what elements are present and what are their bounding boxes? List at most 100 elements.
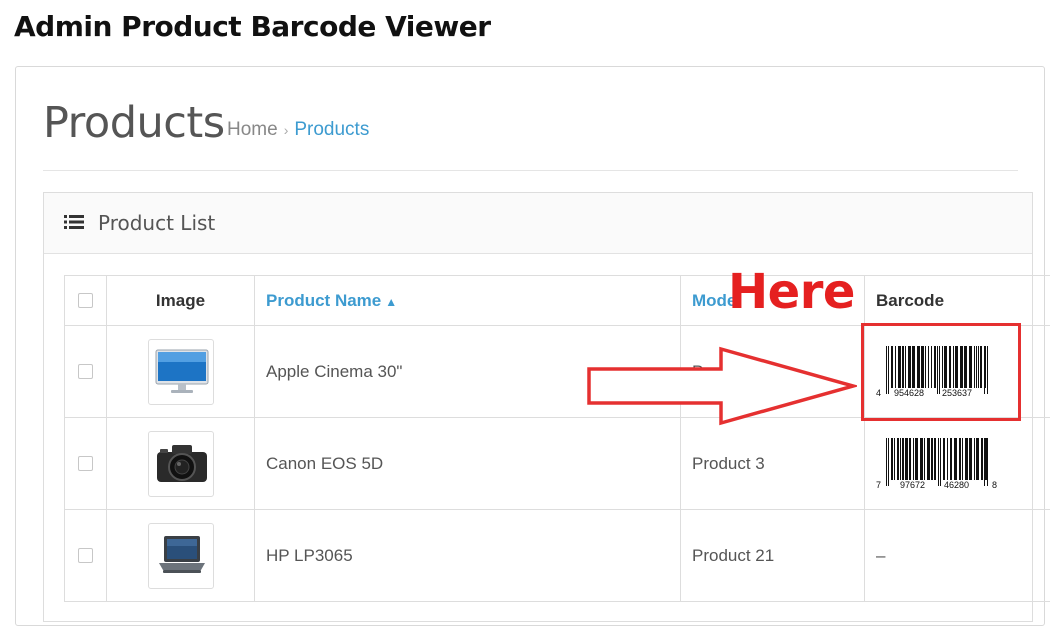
row-checkbox[interactable] xyxy=(78,364,93,379)
select-all-checkbox[interactable] xyxy=(78,293,93,308)
app-title: Admin Product Barcode Viewer xyxy=(14,10,491,43)
barcode-bar xyxy=(934,346,936,388)
barcode-bar xyxy=(987,438,988,486)
col-image: Image xyxy=(107,276,255,326)
barcode-bar xyxy=(974,346,975,388)
barcode-bar xyxy=(891,438,893,480)
barcode-image: 7 97672 46280 8 xyxy=(876,434,996,494)
barcode-bar xyxy=(944,346,947,388)
row-image-cell xyxy=(107,510,255,602)
page-title: Products xyxy=(43,98,225,148)
barcode-bar xyxy=(886,346,887,394)
barcode-bar xyxy=(925,346,926,388)
barcode-lead-digit: 4 xyxy=(876,388,881,398)
product-barcode-cell: 7 97672 46280 8 xyxy=(865,418,1050,510)
row-checkbox[interactable] xyxy=(78,456,93,471)
product-list-heading: Product List xyxy=(44,193,1032,254)
barcode-bar xyxy=(960,346,963,388)
product-barcode-empty: – xyxy=(865,510,1050,602)
barcode-bar xyxy=(976,346,977,388)
barcode-bar xyxy=(943,438,945,480)
barcode-bar xyxy=(949,346,951,388)
product-list-title: Product List xyxy=(98,211,215,235)
barcode-bar xyxy=(953,346,954,388)
barcode-bar xyxy=(888,346,889,394)
table-header-row: Image Product Name▲ Model Barcode xyxy=(65,276,1050,326)
barcode-bar xyxy=(964,346,967,388)
barcode-bar xyxy=(891,346,893,388)
barcode-bars xyxy=(886,438,990,480)
product-table: Image Product Name▲ Model Barcode xyxy=(64,275,1050,602)
barcode-bar xyxy=(888,438,889,486)
barcode-bar xyxy=(955,346,958,388)
product-thumbnail[interactable] xyxy=(148,431,214,497)
row-image-cell xyxy=(107,326,255,418)
row-select-cell xyxy=(65,326,107,418)
barcode-bar xyxy=(913,438,914,480)
barcode-bar xyxy=(954,438,957,480)
barcode-bar xyxy=(950,438,952,480)
page-header: Products Home › Products xyxy=(43,98,1018,171)
barcode-bar xyxy=(905,438,908,480)
barcode-bar xyxy=(974,438,975,480)
row-select-cell xyxy=(65,418,107,510)
barcode-bar xyxy=(894,438,895,480)
barcode-bar xyxy=(980,346,982,388)
barcode-bar xyxy=(965,438,968,480)
barcode-bar xyxy=(900,438,901,480)
barcode-right-digits: 253637 xyxy=(942,388,972,398)
col-barcode: Barcode xyxy=(865,276,1050,326)
barcode-bar xyxy=(921,346,924,388)
barcode-bar xyxy=(939,346,940,394)
product-thumbnail[interactable] xyxy=(148,523,214,589)
col-product-name[interactable]: Product Name▲ xyxy=(255,276,681,326)
barcode-bar xyxy=(940,438,941,486)
barcode-bar xyxy=(938,438,939,486)
breadcrumb: Home › Products xyxy=(227,119,369,141)
barcode-bar xyxy=(924,438,925,480)
sort-product-name-link[interactable]: Product Name xyxy=(266,291,381,310)
product-name: Canon EOS 5D xyxy=(255,418,681,510)
barcode-right-digits: 46280 xyxy=(944,480,969,490)
breadcrumb-products[interactable]: Products xyxy=(294,119,369,140)
barcode-bar xyxy=(976,438,979,480)
product-model: Product 15 xyxy=(681,326,865,418)
barcode-bar xyxy=(959,438,961,480)
barcode-bar xyxy=(931,438,933,480)
barcode-bar xyxy=(908,346,911,388)
barcode-bar xyxy=(886,438,887,486)
barcode-bar xyxy=(902,346,904,388)
barcode-left-digits: 954628 xyxy=(894,388,924,398)
list-icon xyxy=(64,214,84,230)
barcode-bar xyxy=(937,346,938,394)
barcode-bar xyxy=(969,438,972,480)
table-row: Apple Cinema 30" Product 15 4 954628 253… xyxy=(65,326,1050,418)
barcode-bar xyxy=(897,438,899,480)
product-thumbnail[interactable] xyxy=(148,339,214,405)
barcode-bar xyxy=(898,346,901,388)
barcode-bar xyxy=(984,346,985,394)
row-checkbox[interactable] xyxy=(78,548,93,563)
laptop-icon xyxy=(155,532,209,580)
camera-icon xyxy=(155,440,209,488)
breadcrumb-separator: › xyxy=(284,122,289,138)
barcode-lead-digit: 7 xyxy=(876,480,881,490)
barcode-bar xyxy=(917,346,920,388)
annotation-label: Here xyxy=(728,262,855,322)
barcode-bar xyxy=(947,438,948,480)
barcode-trail-digit: 8 xyxy=(992,480,997,490)
barcode-bar xyxy=(969,346,972,388)
barcode-left-digits: 97672 xyxy=(900,480,925,490)
breadcrumb-home[interactable]: Home xyxy=(227,119,278,140)
barcode-bar xyxy=(927,438,930,480)
barcode-bar xyxy=(962,438,963,480)
barcode-bar xyxy=(905,346,906,388)
barcode-bar xyxy=(942,346,943,388)
barcode-bar xyxy=(920,438,923,480)
barcode-bar xyxy=(984,438,985,486)
barcode-bar xyxy=(902,438,904,480)
product-name: Apple Cinema 30" xyxy=(255,326,681,418)
barcode-bars xyxy=(886,346,990,388)
product-model: Product 21 xyxy=(681,510,865,602)
barcode-bar xyxy=(978,346,979,388)
